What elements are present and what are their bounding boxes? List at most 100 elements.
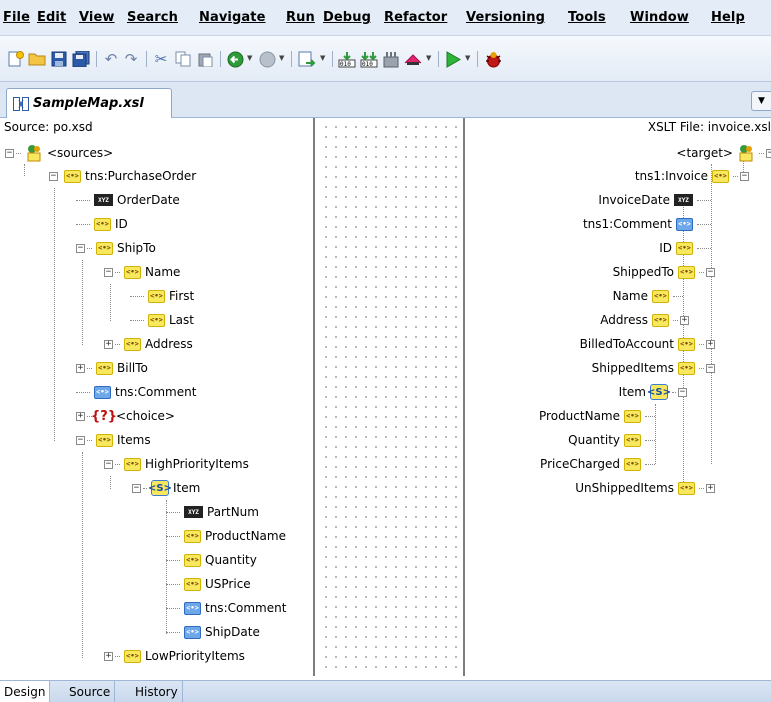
tree-row-id[interactable]: <•> ID — [76, 214, 128, 234]
tab-samplemap[interactable]: SampleMap.xsl — [6, 88, 172, 118]
tree-row-target-item[interactable]: Item <S> − — [619, 382, 687, 402]
cut-icon[interactable]: ✂ — [152, 50, 170, 68]
menu-search[interactable]: Search — [127, 10, 178, 25]
collapse-icon[interactable]: − — [49, 171, 58, 181]
tree-row-item[interactable]: − <S> Item — [132, 478, 200, 498]
tree-row-lowpriorityitems[interactable]: + <•> LowPriorityItems — [104, 646, 245, 666]
deploy-icon[interactable] — [404, 50, 422, 68]
expand-icon[interactable]: + — [76, 363, 85, 373]
mapping-canvas[interactable] — [317, 118, 465, 676]
menu-help[interactable]: Help — [711, 10, 745, 25]
tree-row-target-quantity[interactable]: Quantity <•> — [568, 430, 655, 450]
paste-icon[interactable] — [196, 50, 214, 68]
copy-icon[interactable] — [174, 50, 192, 68]
tree-row-shipdate[interactable]: <•> ShipDate — [166, 622, 260, 642]
tab-list-dropdown-icon[interactable]: ▼ — [751, 91, 771, 111]
menu-refactor[interactable]: Refactor — [384, 10, 447, 25]
menu-run[interactable]: Run — [286, 10, 315, 25]
collapse-icon[interactable]: − — [104, 459, 113, 469]
tab-source[interactable]: Source — [65, 681, 116, 702]
save-all-icon[interactable] — [72, 50, 90, 68]
make-icon[interactable]: 010 — [338, 50, 356, 68]
tree-row-target-id[interactable]: ID <•> — [659, 238, 711, 258]
tree-row-target-address[interactable]: Address <•> + — [600, 310, 689, 330]
tree-row-target-productname[interactable]: ProductName <•> — [539, 406, 655, 426]
tree-row-shipto[interactable]: − <•> ShipTo — [76, 238, 156, 258]
collapse-icon[interactable]: − — [766, 148, 771, 158]
toolbar-separator — [332, 51, 333, 67]
tree-row-unshippeditems[interactable]: UnShippedItems <•> + — [575, 478, 715, 498]
open-folder-icon[interactable] — [28, 50, 46, 68]
tree-row-invoice[interactable]: tns1:Invoice <•> − — [491, 166, 771, 186]
tree-row-orderdate[interactable]: XYZ OrderDate — [76, 190, 180, 210]
rebuild-icon[interactable]: 010 — [360, 50, 378, 68]
collapse-icon[interactable]: − — [706, 267, 715, 277]
tree-row-target[interactable]: <target> − — [676, 143, 771, 163]
menu-tools[interactable]: Tools — [568, 10, 606, 25]
deploy-dropdown-icon[interactable]: ▼ — [426, 54, 431, 62]
tree-row-last[interactable]: <•> Last — [130, 310, 194, 330]
expand-icon[interactable]: + — [706, 339, 715, 349]
forward-dropdown-icon[interactable]: ▼ — [279, 54, 284, 62]
tree-row-name[interactable]: − <•> Name — [104, 262, 180, 282]
expand-icon[interactable]: + — [104, 651, 113, 661]
tree-row-invoicedate[interactable]: InvoiceDate XYZ — [598, 190, 711, 210]
menu-edit[interactable]: Edit — [37, 10, 66, 25]
menu-navigate[interactable]: Navigate — [199, 10, 266, 25]
tree-row-sources[interactable]: − <sources> — [5, 143, 113, 163]
tree-row-highpriorityitems[interactable]: − <•> HighPriorityItems — [104, 454, 249, 474]
new-gallery-icon[interactable] — [6, 50, 24, 68]
menu-versioning[interactable]: Versioning — [466, 10, 545, 25]
debug-icon[interactable] — [484, 50, 502, 68]
tree-row-partnum[interactable]: XYZ PartNum — [166, 502, 259, 522]
tab-history[interactable]: History — [131, 681, 183, 702]
element-icon: <•> — [124, 265, 141, 279]
tree-row-productname[interactable]: <•> ProductName — [166, 526, 286, 546]
tree-row-tns1-comment[interactable]: tns1:Comment <•> — [583, 214, 711, 234]
expand-icon[interactable]: + — [706, 483, 715, 493]
clean-icon[interactable] — [382, 50, 400, 68]
collapse-icon[interactable]: − — [104, 267, 113, 277]
forward-icon[interactable] — [258, 50, 276, 68]
navigate-dropdown-icon[interactable]: ▼ — [320, 54, 325, 62]
run-dropdown-icon[interactable]: ▼ — [465, 54, 470, 62]
tree-row-item-comment[interactable]: <•> tns:Comment — [166, 598, 286, 618]
collapse-icon[interactable]: − — [740, 171, 749, 181]
collapse-icon[interactable]: − — [5, 148, 14, 158]
tree-row-target-name[interactable]: Name <•> — [613, 286, 683, 306]
tab-design[interactable]: Design — [0, 681, 51, 702]
tree-row-quantity[interactable]: <•> Quantity — [166, 550, 257, 570]
tree-row-pricecharged[interactable]: PriceCharged <•> — [540, 454, 655, 474]
tree-row-first[interactable]: <•> First — [130, 286, 194, 306]
expand-icon[interactable]: + — [104, 339, 113, 349]
tree-row-purchaseorder[interactable]: − <•> tns:PurchaseOrder — [49, 166, 196, 186]
expand-icon[interactable]: + — [680, 315, 689, 325]
menu-view[interactable]: View — [79, 10, 115, 25]
tree-row-billedtoaccount[interactable]: BilledToAccount <•> + — [580, 334, 715, 354]
undo-icon[interactable]: ↶ — [102, 50, 120, 68]
collapse-icon[interactable]: − — [76, 243, 85, 253]
redo-icon[interactable]: ↷ — [122, 50, 140, 68]
save-icon[interactable] — [50, 50, 68, 68]
collapse-icon[interactable]: − — [678, 387, 687, 397]
tree-row-billto[interactable]: + <•> BillTo — [76, 358, 148, 378]
tree-row-shippeditems[interactable]: ShippedItems <•> − — [592, 358, 715, 378]
source-header: Source: po.xsd — [4, 120, 93, 134]
menu-debug[interactable]: Debug — [323, 10, 371, 25]
tree-row-comment[interactable]: <•> tns:Comment — [76, 382, 196, 402]
back-dropdown-icon[interactable]: ▼ — [247, 54, 252, 62]
navigate-icon[interactable] — [298, 50, 316, 68]
menu-window[interactable]: Window — [630, 10, 689, 25]
tree-row-address[interactable]: + <•> Address — [104, 334, 193, 354]
tree-row-usprice[interactable]: <•> USPrice — [166, 574, 251, 594]
run-icon[interactable] — [444, 50, 462, 68]
back-icon[interactable] — [226, 50, 244, 68]
tree-row-shippedto[interactable]: ShippedTo <•> − — [613, 262, 715, 282]
collapse-icon[interactable]: − — [76, 435, 85, 445]
tree-row-items[interactable]: − <•> Items — [76, 430, 151, 450]
tree-row-choice[interactable]: + {?} <choice> — [76, 406, 175, 426]
menu-file[interactable]: File — [3, 10, 30, 25]
collapse-icon[interactable]: − — [706, 363, 715, 373]
expand-icon[interactable]: + — [76, 411, 85, 421]
collapse-icon[interactable]: − — [132, 483, 141, 493]
